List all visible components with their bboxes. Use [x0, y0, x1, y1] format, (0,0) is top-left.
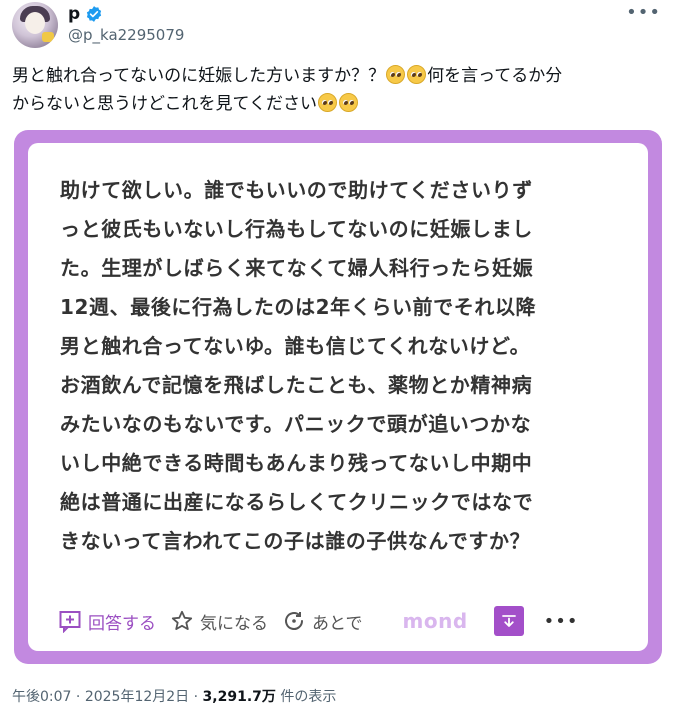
favorite-label: 気になる [200, 613, 268, 634]
clock-icon [285, 612, 303, 630]
avatar-face [25, 12, 45, 34]
more-options-icon[interactable]: ••• [626, 2, 661, 23]
question-card: 助けて欲しい。誰でもいいので助けてくださいりず っと彼氏もいないし行為もしてない… [28, 143, 648, 651]
pleading-face-emoji [386, 65, 406, 84]
question-line: きないって言われてこの子は誰の子供なんですか？ [60, 529, 531, 553]
question-line: っと彼氏もいないし行為もしてないのに妊娠しまし [60, 217, 533, 241]
answer-button[interactable]: 回答する [58, 609, 156, 634]
tweet-time[interactable]: 午後0:07 [12, 689, 71, 705]
inbox-arrow-icon [501, 615, 516, 627]
question-line: 12週、最後に行為したのは2年くらい前でそれ以降 [60, 295, 537, 319]
meta-separator: · [71, 689, 85, 705]
views-label: 件の表示 [275, 689, 337, 705]
question-line: みたいなのもないです。パニックで頭が追いつかな [60, 412, 532, 436]
question-line: いし中絶できる時間もあんまり残ってないし中期中 [60, 451, 533, 475]
later-label: あとで [312, 613, 363, 634]
question-line: お酒飲んで記憶を飛ばしたことも、薬物とか精神病 [60, 373, 533, 397]
author-display-name[interactable]: p [68, 4, 80, 24]
tweet-date[interactable]: 2025年12月2日 [85, 689, 189, 705]
meta-separator: · [189, 689, 203, 705]
pleading-face-emoji [338, 93, 358, 112]
attached-image-card[interactable]: 助けて欲しい。誰でもいいので助けてくださいりず っと彼氏もいないし行為もしてない… [14, 130, 662, 664]
answer-label: 回答する [88, 613, 156, 634]
tweet-text-part1: 男と触れ合ってないのに妊娠した方いますか？？ [12, 66, 386, 86]
pleading-face-emoji [407, 65, 427, 84]
question-line: 絶は普通に出産になるらしくてクリニックではなで [60, 490, 534, 514]
pleading-face-emoji [317, 93, 337, 112]
inbox-download-button[interactable] [493, 606, 524, 636]
card-action-bar: 回答する 気になる あとで mond ••• [58, 604, 626, 638]
author-name-row[interactable]: p [68, 4, 103, 24]
question-line: 助けて欲しい。誰でもいいので助けてくださいりず [60, 178, 533, 202]
verified-badge-icon [87, 6, 102, 22]
mond-logo: mond [402, 609, 468, 633]
tweet-text-part2: 何を言ってるか分 [427, 66, 563, 86]
question-line: 男と触れ合ってないゆ。誰も信じてくれないけど。 [60, 334, 531, 358]
author-handle[interactable]: @p_ka2295079 [68, 26, 184, 44]
author-avatar[interactable] [12, 2, 58, 48]
tweet-text: 男と触れ合ってないのに妊娠した方いますか？？ 何を言ってるか分 からないと思うけど… [12, 62, 662, 118]
views-count: 3,291.7万 [202, 689, 276, 705]
question-text: 助けて欲しい。誰でもいいので助けてくださいりず っと彼氏もいないし行為もしてない… [60, 171, 630, 561]
favorite-button[interactable]: 気になる [170, 609, 268, 634]
avatar-accent [42, 32, 54, 42]
card-more-icon[interactable]: ••• [544, 611, 579, 632]
tweet-text-part3: からないと思うけどこれを見てください [12, 94, 317, 114]
later-button[interactable]: あとで [282, 609, 363, 634]
answer-icon [59, 611, 81, 633]
star-icon [171, 610, 193, 630]
tweet-meta: 午後0:07 · 2025年12月2日 · 3,291.7万 件の表示 [12, 686, 336, 706]
question-line: た。生理がしばらく来てなくて婦人科行ったら妊娠 [60, 256, 534, 280]
